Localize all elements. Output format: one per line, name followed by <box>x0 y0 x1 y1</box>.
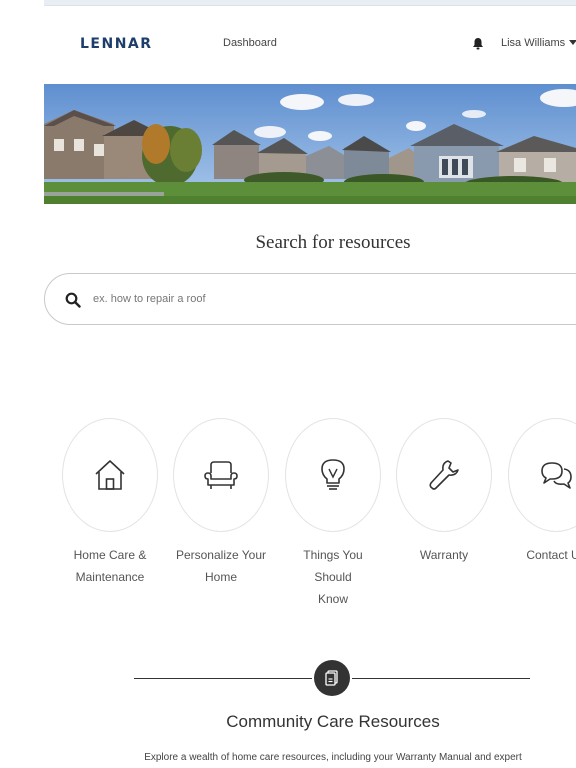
community-description: Explore a wealth of home care resources,… <box>144 752 522 763</box>
category-label: Home Care & Maintenance <box>73 548 147 584</box>
category-label: Contact Us <box>526 548 576 562</box>
category-label: Warranty <box>419 548 469 562</box>
category-circle[interactable] <box>173 418 269 532</box>
search-title: Search for resources <box>255 232 411 253</box>
page: LENNAR Dashboard Lisa Williams Search fo… <box>0 0 576 768</box>
document-icon <box>325 670 338 686</box>
hero-banner-image <box>44 84 576 204</box>
search-box[interactable] <box>44 273 576 325</box>
wrench-icon <box>429 460 459 490</box>
category-circle[interactable] <box>285 418 381 532</box>
lightbulb-icon <box>321 459 345 490</box>
left-margin <box>0 0 44 768</box>
header: LENNAR Dashboard Lisa Williams <box>44 6 576 84</box>
category-home-care[interactable]: Home Care & Maintenance <box>62 418 158 588</box>
search-icon <box>65 292 81 308</box>
armchair-icon <box>204 461 238 489</box>
category-label: Things You Should Know <box>303 548 363 606</box>
user-menu-name[interactable]: Lisa Williams <box>501 37 565 49</box>
community-title: Community Care Resources <box>226 712 440 731</box>
divider-right <box>352 678 530 679</box>
bell-icon[interactable] <box>472 37 484 50</box>
community-icon-badge <box>314 660 350 696</box>
category-things-to-know[interactable]: Things You Should Know <box>285 418 381 610</box>
house-icon <box>95 460 125 490</box>
category-circle[interactable] <box>508 418 576 532</box>
lennar-logo[interactable]: LENNAR <box>80 36 153 52</box>
category-contact-us[interactable]: Contact Us <box>508 418 576 566</box>
category-personalize-home[interactable]: Personalize Your Home <box>173 418 269 588</box>
category-circle[interactable] <box>62 418 158 532</box>
divider-left <box>134 678 312 679</box>
category-circle[interactable] <box>396 418 492 532</box>
category-label: Personalize Your Home <box>175 548 267 584</box>
category-warranty[interactable]: Warranty <box>396 418 492 566</box>
nav-dashboard-link[interactable]: Dashboard <box>223 37 277 49</box>
chevron-down-icon[interactable] <box>569 40 576 45</box>
search-input[interactable] <box>93 288 553 310</box>
chat-bubbles-icon <box>541 462 572 489</box>
